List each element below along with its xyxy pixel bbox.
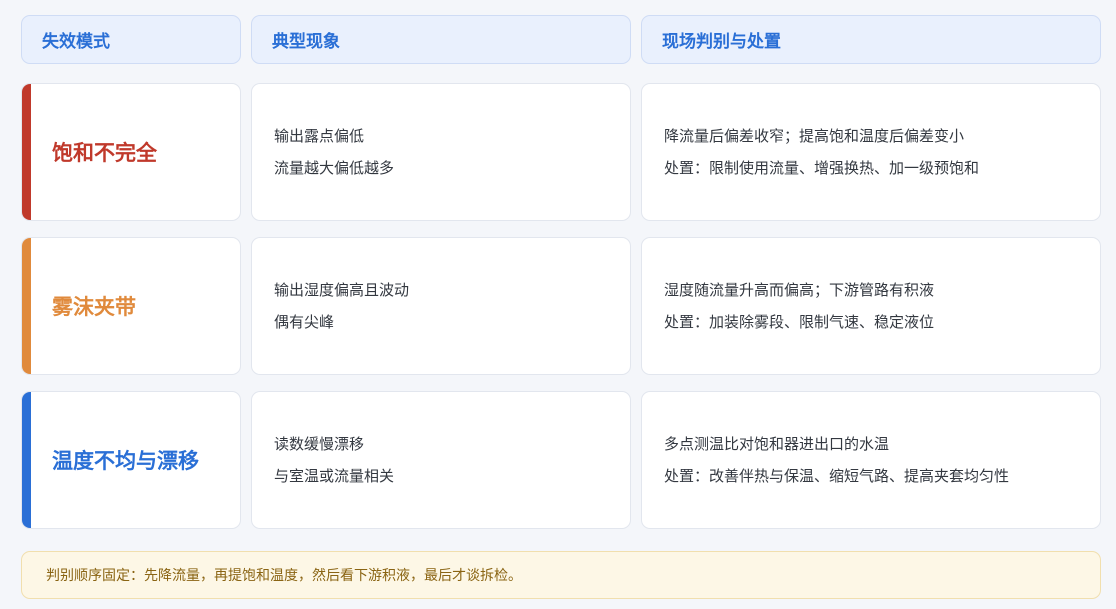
header-typical-symptom: 典型现象 (251, 15, 631, 64)
action-line: 降流量后偏差收窄；提高饱和温度后偏差变小 (664, 126, 965, 145)
mode-name: 温度不均与漂移 (52, 449, 199, 473)
judgement-order-note: 判别顺序固定：先降流量，再提饱和温度，然后看下游积液，最后才谈拆检。 (21, 551, 1101, 599)
action-line: 湿度随流量升高而偏高；下游管路有积液 (664, 280, 935, 299)
symptom-line: 输出露点偏低 (274, 126, 365, 145)
symptom-card: 读数缓慢漂移 与室温或流量相关 (251, 391, 631, 529)
symptom-card: 输出露点偏低 流量越大偏低越多 (251, 83, 631, 221)
action-card: 湿度随流量升高而偏高；下游管路有积液 处置：加装除雾段、限制气速、稳定液位 (641, 237, 1101, 375)
action-card: 降流量后偏差收窄；提高饱和温度后偏差变小 处置：限制使用流量、增强换热、加一级预… (641, 83, 1101, 221)
accent-bar (22, 238, 31, 374)
action-line: 处置：限制使用流量、增强换热、加一级预饱和 (664, 158, 980, 177)
accent-bar (22, 84, 31, 220)
action-line: 多点测温比对饱和器进出口的水温 (664, 434, 890, 453)
mode-name: 雾沫夹带 (52, 295, 136, 319)
symptom-line: 输出湿度偏高且波动 (274, 280, 410, 299)
header-judgement-action: 现场判别与处置 (641, 15, 1101, 64)
symptom-line: 与室温或流量相关 (274, 466, 395, 485)
symptom-card: 输出湿度偏高且波动 偶有尖峰 (251, 237, 631, 375)
mode-card-incomplete-saturation: 饱和不完全 (21, 83, 241, 221)
action-line: 处置：加装除雾段、限制气速、稳定液位 (664, 312, 935, 331)
symptom-line: 流量越大偏低越多 (274, 158, 395, 177)
mode-name: 饱和不完全 (52, 141, 157, 165)
action-line: 处置：改善伴热与保温、缩短气路、提高夹套均匀性 (664, 466, 1010, 485)
symptom-line: 读数缓慢漂移 (274, 434, 365, 453)
symptom-line: 偶有尖峰 (274, 312, 335, 331)
action-card: 多点测温比对饱和器进出口的水温 处置：改善伴热与保温、缩短气路、提高夹套均匀性 (641, 391, 1101, 529)
accent-bar (22, 392, 31, 528)
mode-card-temperature-drift: 温度不均与漂移 (21, 391, 241, 529)
mode-card-mist-entrainment: 雾沫夹带 (21, 237, 241, 375)
header-failure-mode: 失效模式 (21, 15, 241, 64)
